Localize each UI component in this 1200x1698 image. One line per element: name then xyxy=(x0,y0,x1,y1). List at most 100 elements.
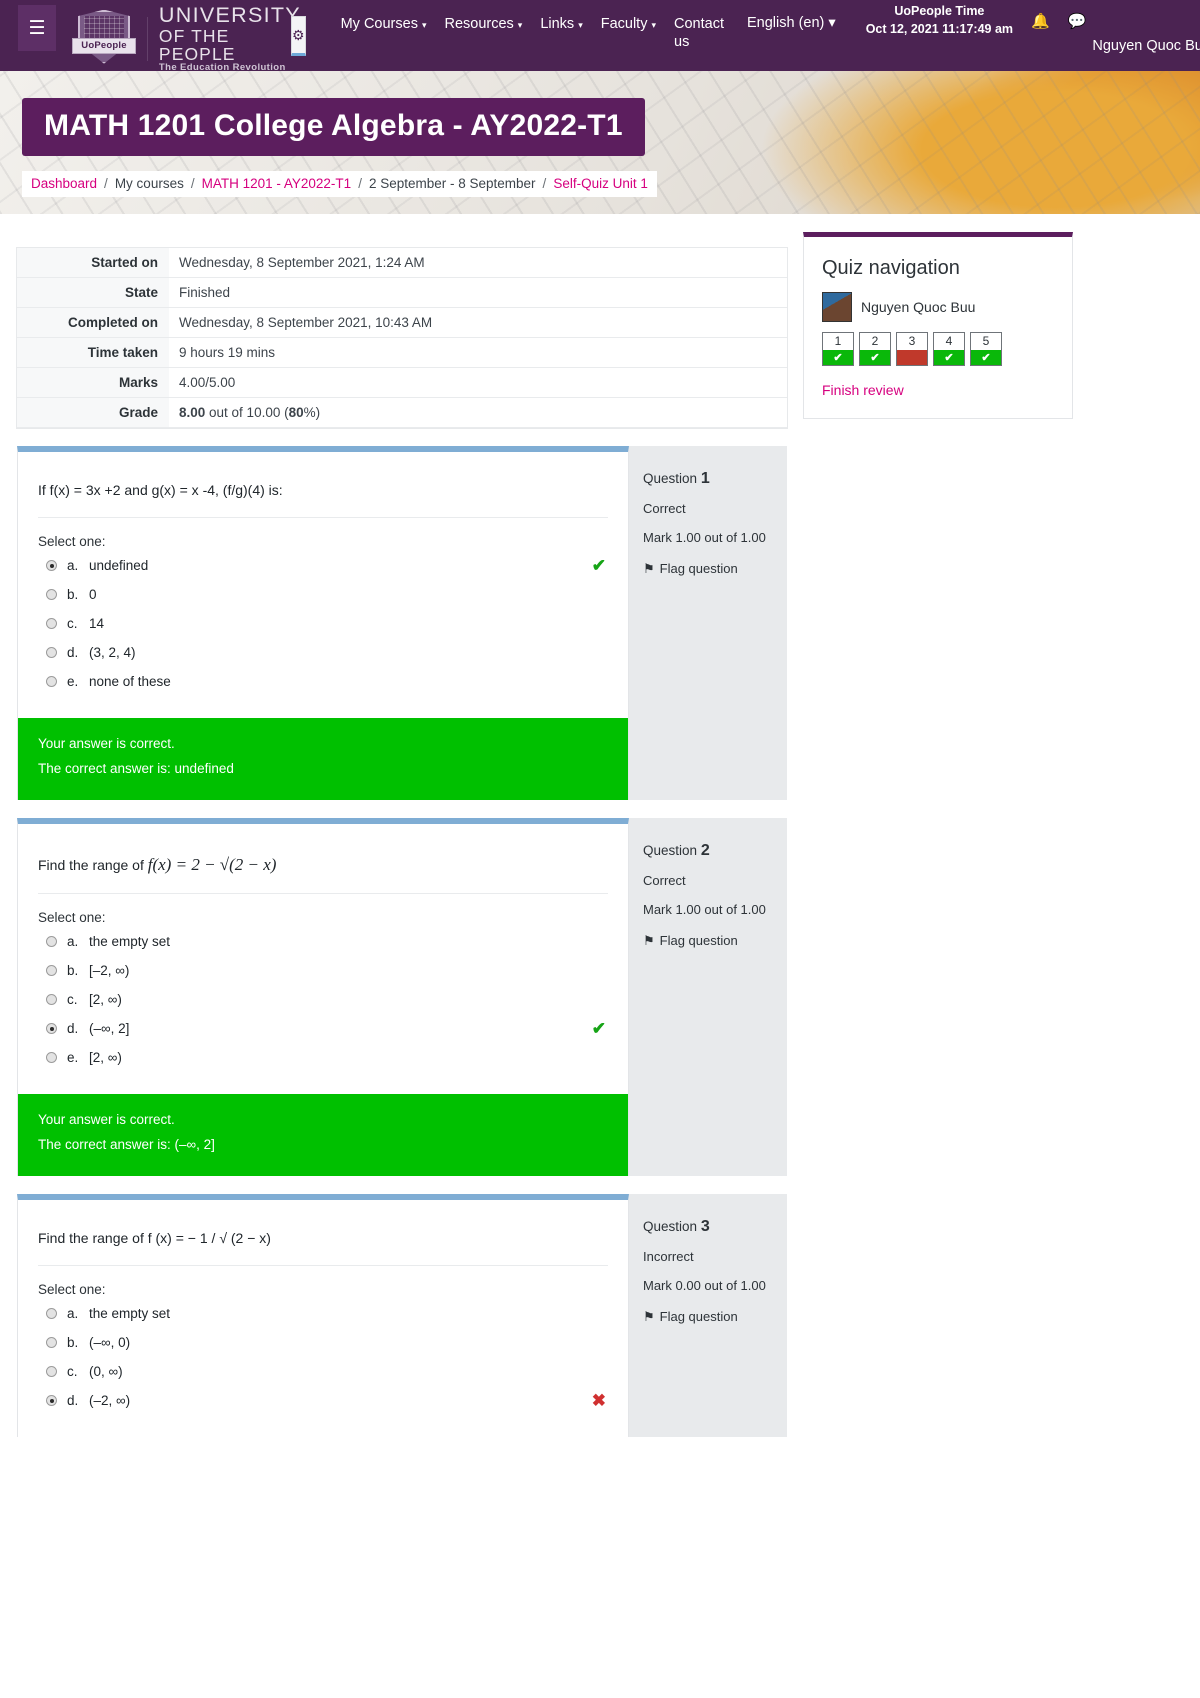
question-info-panel: Question 2 Correct Mark 1.00 out of 1.00… xyxy=(629,817,787,1177)
radio-button[interactable] xyxy=(46,936,57,948)
flag-icon: ⚑ xyxy=(643,1309,655,1325)
radio-button[interactable] xyxy=(46,1395,57,1407)
option-text: 0 xyxy=(89,587,97,602)
flag-question-button[interactable]: ⚑ Flag question xyxy=(643,1309,773,1325)
feedback-line-2: The correct answer is: (–∞, 2] xyxy=(38,1137,215,1153)
answer-option[interactable]: d. (3, 2, 4) xyxy=(38,638,608,667)
answer-option[interactable]: c. 14 xyxy=(38,609,608,638)
option-text: undefined xyxy=(89,558,149,573)
user-menu[interactable]: Nguyen Quoc Buu xyxy=(1092,38,1200,58)
radio-button[interactable] xyxy=(46,1052,57,1064)
summary-label-marks: Marks xyxy=(17,367,169,398)
nav-item-contact-us[interactable]: Contact us xyxy=(665,15,724,51)
question-block-2: Find the range of f(x) = 2 − √(2 − x) Se… xyxy=(17,817,787,1177)
option-letter: a. xyxy=(67,558,79,573)
nav-label-my-courses: My Courses xyxy=(340,16,418,32)
answer-options: a. undefined ✔ b. 0 c. 14 d. (3, 2, 4) e… xyxy=(18,551,628,718)
table-row: Grade 8.00 out of 10.00 (80%) xyxy=(17,397,787,428)
flag-question-button[interactable]: ⚑ Flag question xyxy=(643,933,773,949)
summary-label-completed-on: Completed on xyxy=(17,307,169,338)
radio-button[interactable] xyxy=(46,994,57,1006)
language-selector[interactable]: English (en) ▾ xyxy=(747,15,836,31)
quiz-nav-button-2[interactable]: 2 ✔ xyxy=(859,332,891,366)
quiz-nav-button-5[interactable]: 5 ✔ xyxy=(970,332,1002,366)
table-row: Marks 4.00/5.00 xyxy=(17,367,787,398)
avatar xyxy=(822,292,852,322)
breadcrumb-item-my-courses[interactable]: My courses xyxy=(115,176,184,191)
option-letter: a. xyxy=(67,1306,79,1322)
flag-icon: ⚑ xyxy=(643,560,655,576)
grade-percent: 80 xyxy=(288,405,304,420)
flag-question-label: Flag question xyxy=(659,560,738,576)
question-number-row: Question 1 xyxy=(643,470,773,488)
answer-option[interactable]: b. 0 xyxy=(38,580,608,609)
radio-button[interactable] xyxy=(46,965,57,977)
radio-button[interactable] xyxy=(46,1366,57,1378)
quiz-nav-button-4[interactable]: 4 ✔ xyxy=(933,332,965,366)
answer-option[interactable]: a. undefined ✔ xyxy=(38,551,608,580)
radio-button[interactable] xyxy=(46,618,57,629)
breadcrumb-item-quiz[interactable]: Self-Quiz Unit 1 xyxy=(553,176,648,191)
status-badge: ✔ xyxy=(823,350,853,365)
answer-option[interactable]: e. none of these xyxy=(38,667,608,696)
answer-option[interactable]: c. (0, ∞) xyxy=(38,1357,608,1386)
quiz-nav-button-1[interactable]: 1 ✔ xyxy=(822,332,854,366)
crest-ribbon-label: UoPeople xyxy=(72,37,136,54)
quiz-navigation-title: Quiz navigation xyxy=(822,257,960,279)
answer-option[interactable]: e. [2, ∞) xyxy=(38,1043,608,1072)
feedback-line-1: Your answer is correct. xyxy=(38,1112,175,1128)
nav-item-links[interactable]: Links ▾ xyxy=(531,15,591,33)
feedback-banner: Your answer is correct. The correct answ… xyxy=(18,1094,628,1177)
page-content: Started on Wednesday, 8 September 2021, … xyxy=(0,214,1200,1438)
sidebar: Quiz navigation Nguyen Quoc Buu 1 ✔ 2 ✔ xyxy=(803,232,1073,419)
question-body: Find the range of f (x) = − 1 / √ (2 − x… xyxy=(17,1194,629,1438)
radio-button[interactable] xyxy=(46,589,57,600)
radio-button[interactable] xyxy=(46,1308,57,1320)
bell-icon[interactable]: 🔔 xyxy=(1031,12,1050,30)
option-text: [–2, ∞) xyxy=(89,963,130,979)
radio-button[interactable] xyxy=(46,647,57,658)
hamburger-menu-icon[interactable]: ☰ xyxy=(18,5,56,51)
answer-option[interactable]: a. the empty set xyxy=(38,1299,608,1328)
grade-end: %) xyxy=(303,405,321,420)
answer-option[interactable]: b. (–∞, 0) xyxy=(38,1328,608,1357)
question-text: Find the range of f(x) = 2 − √(2 − x) xyxy=(18,824,628,894)
question-number: 1 xyxy=(700,470,710,487)
gear-icon[interactable]: ⚙ xyxy=(291,16,306,56)
main-column: Started on Wednesday, 8 September 2021, … xyxy=(17,232,787,1438)
nav-item-resources[interactable]: Resources ▾ xyxy=(435,15,531,33)
logo-divider xyxy=(147,16,148,61)
cross-mark-icon: ✖ xyxy=(591,1390,606,1410)
answer-options: a. the empty set b. (–∞, 0) c. (0, ∞) d.… xyxy=(18,1299,628,1437)
chat-icon[interactable]: 💬 xyxy=(1068,12,1087,30)
option-text: none of these xyxy=(89,674,171,689)
breadcrumb-item-dashboard[interactable]: Dashboard xyxy=(31,176,97,191)
flag-question-button[interactable]: ⚑ Flag question xyxy=(643,561,773,577)
summary-value-state: Finished xyxy=(179,285,231,300)
answer-option[interactable]: d. (–2, ∞) ✖ xyxy=(38,1386,608,1415)
answer-option[interactable]: d. (–∞, 2] ✔ xyxy=(38,1014,608,1043)
summary-value-completed-on: Wednesday, 8 September 2021, 10:43 AM xyxy=(179,315,433,330)
quiz-nav-button-number: 3 xyxy=(908,334,916,348)
answer-option[interactable]: c. [2, ∞) xyxy=(38,985,608,1014)
chevron-down-icon: ▾ xyxy=(578,20,583,30)
option-letter: d. xyxy=(67,645,79,660)
radio-button[interactable] xyxy=(46,676,57,687)
radio-button[interactable] xyxy=(46,1023,57,1035)
finish-review-link[interactable]: Finish review xyxy=(822,382,904,398)
breadcrumb-item-course[interactable]: MATH 1201 - AY2022-T1 xyxy=(202,176,352,191)
option-text: (0, ∞) xyxy=(89,1364,123,1380)
site-logo[interactable]: UoPeople UNIVERSITY OF THE PEOPLE The Ed… xyxy=(72,4,301,73)
breadcrumb-item-week[interactable]: 2 September - 8 September xyxy=(369,176,536,191)
answer-option[interactable]: b. [–2, ∞) xyxy=(38,956,608,985)
nav-item-faculty[interactable]: Faculty ▾ xyxy=(592,15,665,33)
nav-item-my-courses[interactable]: My Courses ▾ xyxy=(332,15,436,33)
option-letter: d. xyxy=(67,1021,79,1037)
radio-button[interactable] xyxy=(46,560,57,571)
radio-button[interactable] xyxy=(46,1337,57,1349)
question-body: If f(x) = 3x +2 and g(x) = x -4, (f/g)(4… xyxy=(17,446,629,800)
quiz-nav-user-name: Nguyen Quoc Buu xyxy=(861,299,976,315)
quiz-nav-button-3[interactable]: 3 xyxy=(896,332,928,366)
answer-option[interactable]: a. the empty set xyxy=(38,927,608,956)
summary-label-started-on: Started on xyxy=(17,248,169,278)
